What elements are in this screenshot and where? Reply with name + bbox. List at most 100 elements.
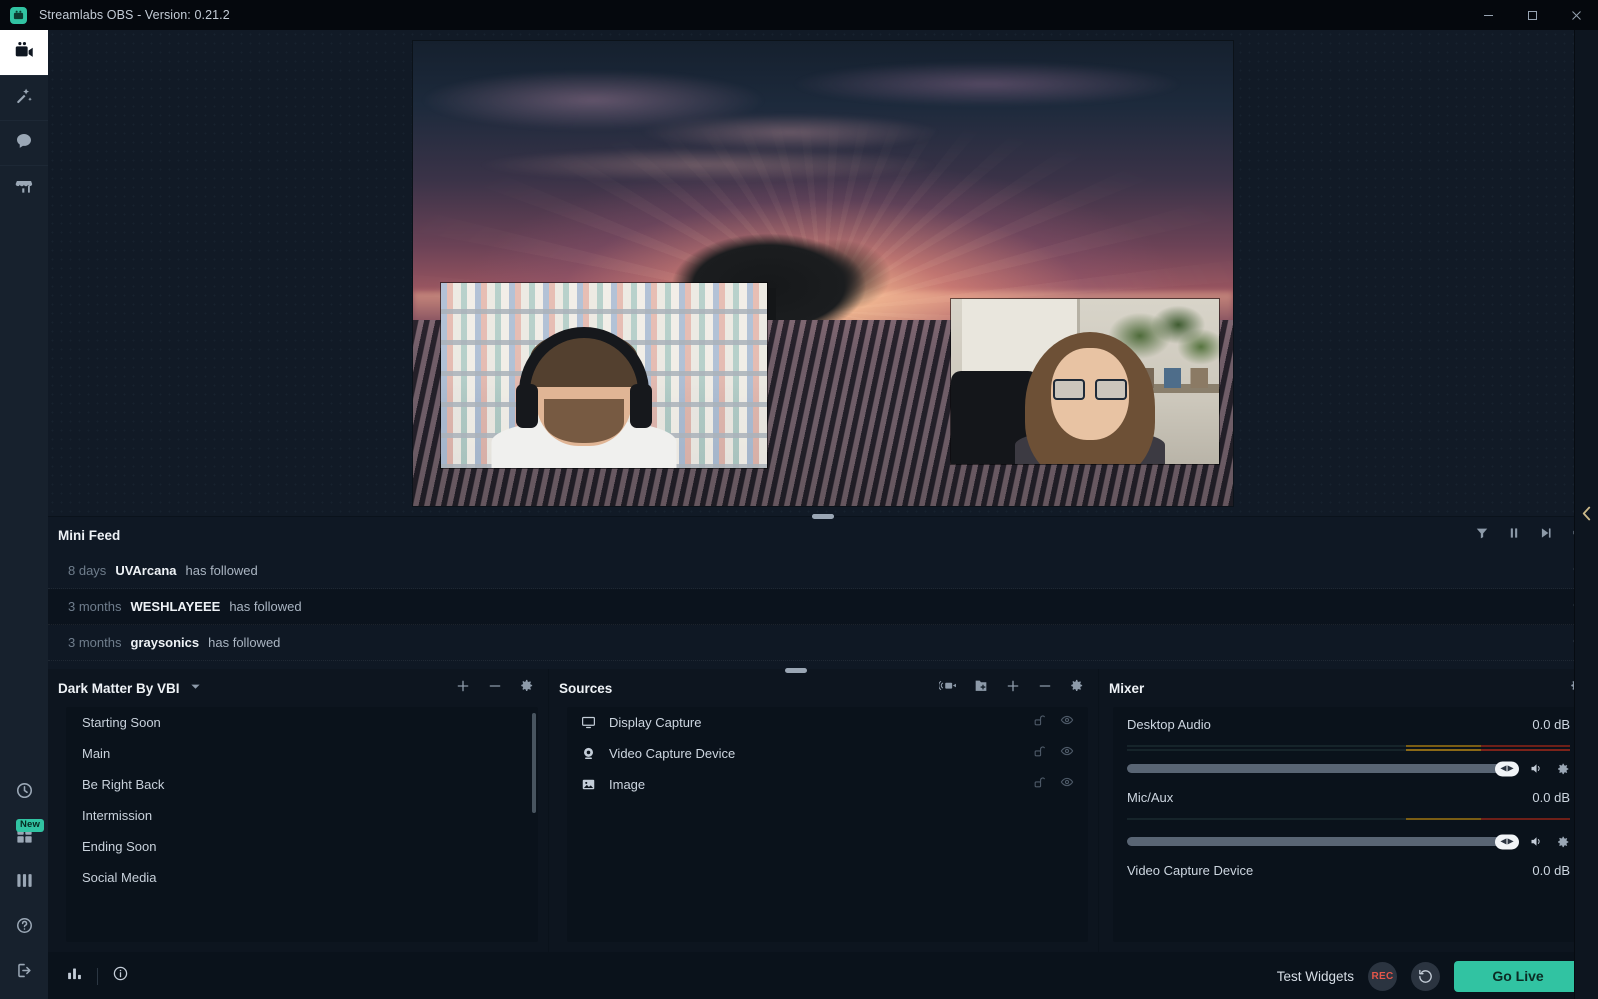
- list-item[interactable]: 8 days UVArcana has followed: [48, 553, 1598, 589]
- preview-canvas[interactable]: [413, 40, 1233, 506]
- unlock-icon[interactable]: [1033, 776, 1046, 794]
- list-item[interactable]: 3 months WESHLAYEEE has followed: [48, 589, 1598, 625]
- skip-next-icon[interactable]: [1539, 526, 1553, 545]
- gear-icon[interactable]: [519, 678, 534, 698]
- list-item[interactable]: Intermission: [66, 800, 538, 831]
- mixer-channel[interactable]: Mic/Aux 0.0 dB ◀ ▶: [1113, 780, 1584, 853]
- clock-icon: [15, 781, 34, 805]
- mini-feed-list[interactable]: 8 days UVArcana has followed 3 months WE…: [48, 553, 1598, 669]
- mini-feed-title: Mini Feed: [58, 527, 121, 543]
- mixer-channel[interactable]: Desktop Audio 0.0 dB ◀ ▶: [1113, 707, 1584, 780]
- chevron-left-icon[interactable]: [1581, 505, 1592, 525]
- maximize-button[interactable]: [1510, 0, 1554, 30]
- eye-icon[interactable]: [1060, 744, 1074, 763]
- sources-panel: Sources Display Capture Video Capture De…: [548, 668, 1098, 952]
- plus-icon[interactable]: [1005, 678, 1021, 699]
- unlock-icon[interactable]: [1033, 745, 1046, 763]
- volume-slider-handle[interactable]: ◀ ▶: [1495, 834, 1519, 849]
- scenes-list[interactable]: Starting Soon Main Be Right Back Intermi…: [66, 707, 538, 942]
- eye-icon[interactable]: [1060, 775, 1074, 794]
- list-item[interactable]: Starting Soon: [66, 707, 538, 738]
- sources-title: Sources: [559, 680, 613, 696]
- sidebar-item-help[interactable]: [0, 905, 48, 950]
- stream-preview[interactable]: [48, 30, 1598, 519]
- mixer-panel: Mixer Desktop Audio 0.0 dB ◀ ▶ Mic/Aux 0…: [1098, 669, 1598, 952]
- event-user: UVArcana: [115, 563, 177, 578]
- apps-new-badge: New: [16, 819, 45, 832]
- gear-icon[interactable]: [1556, 835, 1570, 849]
- sidebar-item-recent-events[interactable]: [0, 770, 48, 815]
- volume-slider-handle[interactable]: ◀ ▶: [1495, 761, 1519, 776]
- table-row[interactable]: Image: [567, 769, 1088, 800]
- volume-slider[interactable]: ◀ ▶: [1127, 761, 1519, 776]
- funnel-icon[interactable]: [1475, 526, 1489, 545]
- list-item[interactable]: Be Right Back: [66, 769, 538, 800]
- sidebar-item-store[interactable]: [0, 165, 48, 210]
- mini-feed-resize-handle[interactable]: [812, 514, 834, 519]
- speaker-icon[interactable]: [1529, 834, 1544, 849]
- list-item[interactable]: Social Media: [66, 862, 538, 893]
- add-folder-icon[interactable]: [973, 678, 989, 699]
- event-time: 3 months: [68, 635, 122, 650]
- speaker-icon[interactable]: [1529, 761, 1544, 776]
- minus-icon[interactable]: [1037, 678, 1053, 699]
- main-area: Mini Feed 8 days UVArcana has followed 3…: [48, 30, 1598, 999]
- sources-list[interactable]: Display Capture Video Capture Device Ima…: [567, 707, 1088, 942]
- go-live-button[interactable]: Go Live: [1454, 960, 1582, 992]
- test-widgets-button[interactable]: Test Widgets: [1277, 969, 1354, 984]
- sidebar-item-alertbox[interactable]: [0, 120, 48, 165]
- list-item[interactable]: Ending Soon: [66, 831, 538, 862]
- bar-chart-icon[interactable]: [66, 965, 83, 987]
- sidebar-item-editor[interactable]: [0, 30, 48, 75]
- chevron-down-icon[interactable]: [190, 679, 201, 697]
- video-capture-device-preview[interactable]: [951, 298, 1219, 464]
- sidebar-item-themes[interactable]: [0, 75, 48, 120]
- chevron-left-icon: ◀: [1500, 763, 1507, 773]
- glasses-icon: [1053, 379, 1128, 401]
- list-item[interactable]: Main: [66, 738, 538, 769]
- minimize-button[interactable]: [1466, 0, 1510, 30]
- close-button[interactable]: [1554, 0, 1598, 30]
- event-time: 3 months: [68, 599, 122, 614]
- info-circle-icon[interactable]: [112, 965, 129, 987]
- channel-controls: ◀ ▶: [1127, 761, 1570, 776]
- sidebar-item-apps[interactable]: New: [0, 815, 48, 860]
- gear-icon[interactable]: [1556, 762, 1570, 776]
- audio-camera-icon[interactable]: [938, 678, 957, 698]
- event-user: WESHLAYEEE: [130, 599, 221, 614]
- display-capture-source-preview[interactable]: [441, 282, 767, 468]
- magic-wand-icon: [14, 86, 34, 111]
- unlock-icon[interactable]: [1033, 714, 1046, 732]
- scenes-scrollbar[interactable]: [532, 713, 536, 813]
- sidebar-item-layout-editor[interactable]: [0, 860, 48, 905]
- list-item[interactable]: 3 months graysonics has followed: [48, 625, 1598, 661]
- channel-header: Video Capture Device 0.0 dB: [1127, 863, 1570, 878]
- pause-icon[interactable]: [1507, 526, 1521, 545]
- streamlabs-obs-window: Streamlabs OBS - Version: 0.21.2 New Min…: [0, 0, 1598, 999]
- right-panel-collapse-rail[interactable]: [1574, 30, 1598, 999]
- chevron-left-icon: ◀: [1500, 836, 1507, 846]
- mixer-title: Mixer: [1109, 680, 1145, 696]
- monitor-icon: [581, 715, 601, 730]
- sources-resize-handle[interactable]: [785, 668, 808, 673]
- plus-icon[interactable]: [455, 678, 471, 699]
- table-row[interactable]: Video Capture Device: [567, 738, 1088, 769]
- gear-icon[interactable]: [1069, 678, 1084, 698]
- channel-db: 0.0 dB: [1532, 790, 1570, 805]
- sidebar-item-logout[interactable]: [0, 950, 48, 995]
- bottom-right-tools: Test Widgets REC Go Live: [1277, 960, 1582, 992]
- streamlabs-logo-icon: [10, 6, 27, 24]
- window-controls: [1466, 0, 1598, 30]
- scenes-header: Dark Matter By VBI: [48, 669, 548, 707]
- bottom-panels: Dark Matter By VBI Starting Soon Main Be…: [48, 668, 1598, 952]
- record-button[interactable]: REC: [1368, 961, 1397, 991]
- eye-icon[interactable]: [1060, 713, 1074, 732]
- scene-collection-name[interactable]: Dark Matter By VBI: [58, 681, 180, 696]
- table-row[interactable]: Display Capture: [567, 707, 1088, 738]
- mixer-channel[interactable]: Video Capture Device 0.0 dB: [1113, 853, 1584, 882]
- sources-header: Sources: [549, 668, 1098, 707]
- minus-icon[interactable]: [487, 678, 503, 699]
- mixer-list[interactable]: Desktop Audio 0.0 dB ◀ ▶ Mic/Aux 0.0 dB …: [1113, 707, 1584, 942]
- volume-slider[interactable]: ◀ ▶: [1127, 834, 1519, 849]
- replay-buffer-button[interactable]: [1411, 961, 1440, 991]
